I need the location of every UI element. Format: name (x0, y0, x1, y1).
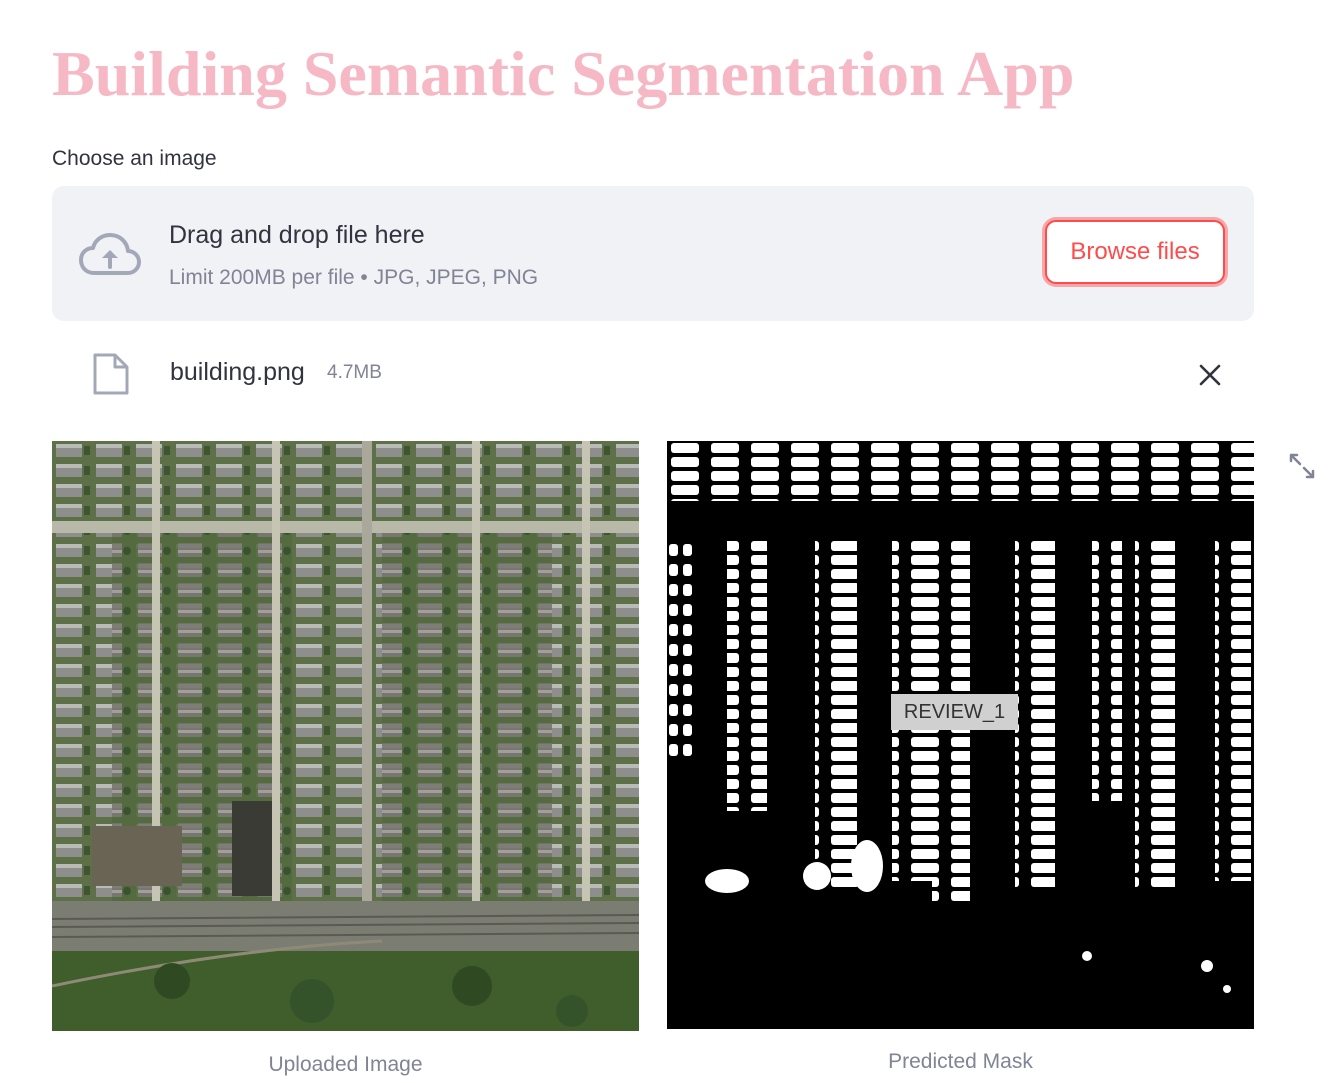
predicted-mask-caption: Predicted Mask (888, 1050, 1033, 1073)
fullscreen-button[interactable] (1287, 451, 1317, 481)
uploader-label: Choose an image (52, 147, 217, 170)
uploaded-image-caption: Uploaded Image (268, 1053, 423, 1076)
browse-files-button[interactable]: Browse files (1045, 220, 1225, 284)
file-icon (92, 352, 130, 396)
uploaded-file-name: building.png (170, 358, 305, 386)
dropzone-title: Drag and drop file here (169, 221, 425, 249)
review-badge: REVIEW_1 (891, 694, 1018, 730)
dropzone-limit-text: Limit 200MB per file • JPG, JPEG, PNG (169, 266, 539, 289)
predicted-mask-image (667, 441, 1254, 1029)
expand-icon (1287, 451, 1317, 481)
close-icon (1193, 358, 1227, 392)
page-title: Building Semantic Segmentation App (52, 38, 1075, 109)
remove-file-button[interactable] (1193, 358, 1227, 392)
cloud-upload-icon (78, 231, 142, 279)
file-dropzone[interactable]: Drag and drop file here Limit 200MB per … (52, 186, 1254, 321)
uploaded-image (52, 441, 639, 1031)
uploaded-file-size: 4.7MB (327, 362, 382, 383)
